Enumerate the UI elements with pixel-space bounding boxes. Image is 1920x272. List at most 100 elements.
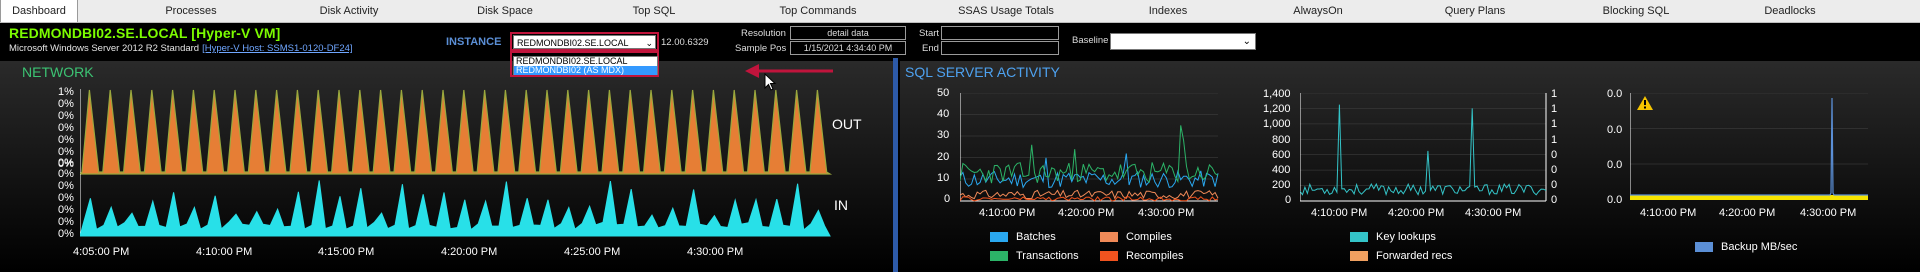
tab-top-sql[interactable]: Top SQL	[626, 0, 682, 22]
c3-xtick: 4:20:00 PM	[1719, 207, 1776, 219]
tab-bar: Dashboard Processes Disk Activity Disk S…	[0, 0, 1920, 23]
panel-divider	[893, 58, 898, 272]
out-ytick: 0%	[58, 134, 74, 146]
start-label: Start	[919, 28, 940, 39]
instance-option-selected[interactable]: REDMONDBI02 (AS MDX)	[514, 66, 657, 75]
c1-ytick: 50	[937, 87, 950, 99]
legend-backup: Backup MB/sec	[1695, 241, 1797, 253]
baseline-select[interactable]: ⌄	[1110, 33, 1256, 50]
sql-chart2	[1300, 93, 1547, 202]
arrow-annotation	[745, 64, 833, 78]
server-name: REDMONDBI02.SE.LOCAL [Hyper-V VM]	[9, 25, 281, 41]
hyperv-host-link[interactable]: [Hyper-V Host: SSMS1-0120-DF24]	[202, 43, 352, 54]
c2-ytick: 800	[1272, 134, 1291, 146]
network-title: NETWORK	[22, 64, 94, 80]
network-xtick: 4:10:00 PM	[196, 246, 253, 258]
out-ytick: 0%	[58, 110, 74, 122]
resolution-field[interactable]: detail data	[790, 26, 906, 40]
c2-ytick: 1,000	[1263, 118, 1291, 130]
c1-xtick: 4:30:00 PM	[1138, 207, 1195, 219]
out-ytick: 1%	[58, 86, 74, 98]
c3-ytick: 0.0	[1607, 124, 1623, 136]
start-field[interactable]	[941, 26, 1059, 40]
tab-disk-activity[interactable]: Disk Activity	[304, 0, 394, 22]
tab-processes[interactable]: Processes	[156, 0, 226, 22]
sql-chart3	[1630, 93, 1868, 200]
c3-xtick: 4:30:00 PM	[1800, 207, 1857, 219]
c2-ytick: 200	[1272, 179, 1291, 191]
in-label: IN	[834, 197, 848, 213]
c2-y2tick: 1	[1551, 118, 1558, 130]
tab-ssas-usage-totals[interactable]: SSAS Usage Totals	[946, 0, 1066, 22]
network-xtick: 4:30:00 PM	[687, 246, 744, 258]
c2-ytick: 1,400	[1263, 88, 1291, 100]
baseline-label: Baseline	[1072, 35, 1109, 46]
legend-backup-label: Backup MB/sec	[1721, 241, 1798, 253]
instance-select-value: REDMONDBI02.SE.LOCAL	[517, 38, 629, 48]
legend-transactions-label: Transactions	[1016, 250, 1079, 262]
legend-compiles: Compiles	[1100, 231, 1172, 243]
cursor-icon	[764, 73, 777, 91]
tab-alwayson[interactable]: AlwaysOn	[1285, 0, 1351, 22]
network-xtick: 4:05:00 PM	[73, 246, 130, 258]
out-label: OUT	[832, 116, 862, 132]
legend-batches-label: Batches	[1016, 231, 1056, 243]
end-field[interactable]	[941, 41, 1059, 55]
c2-ytick: 600	[1272, 149, 1291, 161]
legend-forwarded-recs: Forwarded recs	[1350, 250, 1452, 262]
tab-query-plans[interactable]: Query Plans	[1435, 0, 1515, 22]
c1-ytick: 30	[937, 129, 950, 141]
out-ytick: 0%	[58, 122, 74, 134]
c2-ytick: 0	[1285, 194, 1292, 206]
c1-ytick: 0	[944, 193, 951, 205]
c2-xtick: 4:30:00 PM	[1465, 207, 1522, 219]
c3-ytick: 0.0	[1607, 88, 1623, 100]
c2-y2tick: 0	[1551, 149, 1558, 161]
c1-ytick: 10	[937, 172, 950, 184]
instance-label: INSTANCE	[446, 36, 502, 48]
tab-dashboard[interactable]: Dashboard	[0, 0, 78, 22]
c2-y2tick: 0	[1551, 179, 1558, 191]
legend-compiles-label: Compiles	[1126, 231, 1172, 243]
os-info: Microsoft Windows Server 2012 R2 Standar…	[9, 43, 353, 54]
tab-disk-space[interactable]: Disk Space	[468, 0, 542, 22]
in-ytick: 0%	[58, 192, 74, 204]
c2-y2tick: 0	[1551, 194, 1558, 206]
legend-key-lookups-label: Key lookups	[1376, 231, 1436, 243]
sql-chart1	[960, 93, 1219, 202]
sample-pos-field[interactable]: 1/15/2021 4:34:40 PM	[790, 41, 906, 55]
network-xtick: 4:15:00 PM	[318, 246, 375, 258]
legend-recompiles: Recompiles	[1100, 250, 1183, 262]
c1-xtick: 4:10:00 PM	[979, 207, 1036, 219]
chevron-down-icon: ⌄	[645, 38, 653, 48]
c2-y2tick: 1	[1551, 88, 1558, 100]
c2-xtick: 4:20:00 PM	[1388, 207, 1445, 219]
instance-select[interactable]: REDMONDBI02.SE.LOCAL ⌄	[513, 35, 656, 49]
chevron-down-icon: ⌄	[1242, 36, 1251, 47]
c2-y2tick: 1	[1551, 134, 1558, 146]
in-ytick: 0%	[58, 204, 74, 216]
tab-top-commands[interactable]: Top Commands	[770, 0, 866, 22]
out-ytick: 0%	[58, 98, 74, 110]
resolution-label: Resolution	[741, 28, 786, 39]
version-label: 12.00.6329	[661, 37, 709, 48]
in-ytick: 0%	[58, 180, 74, 192]
legend-transactions: Transactions	[990, 250, 1079, 262]
end-label: End	[922, 43, 939, 54]
network-xtick: 4:20:00 PM	[441, 246, 498, 258]
c2-y2tick: 0	[1551, 164, 1558, 176]
c2-xtick: 4:10:00 PM	[1311, 207, 1368, 219]
legend-forwarded-recs-label: Forwarded recs	[1376, 250, 1453, 262]
tab-deadlocks[interactable]: Deadlocks	[1759, 0, 1821, 22]
instance-dropdown[interactable]: REDMONDBI02.SE.LOCAL REDMONDBI02 (AS MDX…	[513, 56, 658, 75]
c2-ytick: 1,200	[1263, 103, 1291, 115]
tab-blocking-sql[interactable]: Blocking SQL	[1595, 0, 1677, 22]
c2-ytick: 400	[1272, 164, 1291, 176]
warning-icon[interactable]	[1637, 96, 1653, 115]
legend-key-lookups: Key lookups	[1350, 231, 1436, 243]
c1-ytick: 20	[937, 151, 950, 163]
sample-pos-label: Sample Pos	[735, 43, 787, 54]
network-out-chart	[80, 89, 833, 175]
tab-indexes[interactable]: Indexes	[1140, 0, 1196, 22]
legend-recompiles-label: Recompiles	[1126, 250, 1184, 262]
